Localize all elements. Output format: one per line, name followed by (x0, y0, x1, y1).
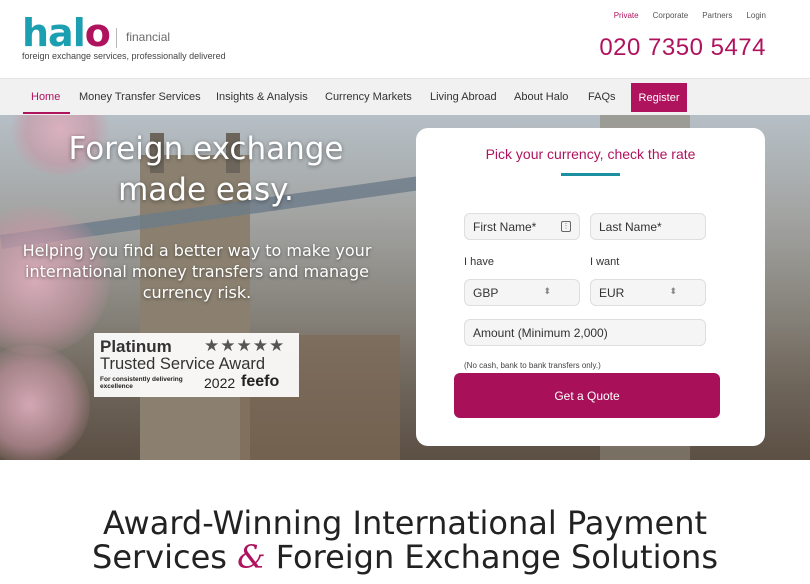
hero-banner: Foreign exchange made easy. Helping you … (0, 115, 810, 460)
i-have-label: I have (464, 256, 494, 268)
award-platinum: Platinum (100, 337, 172, 356)
logo-divider (116, 28, 117, 48)
want-currency-value: EUR (599, 286, 625, 300)
phone-number[interactable]: 020 7350 5474 (599, 34, 766, 62)
top-link-corporate[interactable]: Corporate (653, 11, 689, 20)
nav-item-insights[interactable]: Insights & Analysis (216, 91, 308, 103)
site-header: halo financial foreign exchange services… (0, 0, 810, 78)
amount-placeholder: Amount (Minimum 2,000) (473, 326, 608, 340)
register-button[interactable]: Register (631, 83, 687, 112)
first-name-placeholder: First Name* (473, 220, 537, 234)
ampersand: & (237, 538, 266, 576)
i-want-label: I want (590, 256, 620, 268)
star-rating-icon: ★★★★★ (204, 336, 286, 355)
want-currency-select[interactable]: EUR ⬍ (590, 279, 706, 306)
quote-form-card: Pick your currency, check the rate First… (416, 128, 765, 446)
hero-title: Foreign exchange made easy. (68, 131, 344, 208)
top-link-partners[interactable]: Partners (702, 11, 732, 20)
have-currency-value: GBP (473, 286, 499, 300)
award-caption: For consistently delivering excellence (100, 376, 183, 390)
award-year: 2022 (204, 375, 236, 391)
hero-subtitle: Helping you find a better way to make yo… (22, 241, 372, 302)
nav-item-faqs[interactable]: FAQs (588, 91, 616, 103)
nav-item-about[interactable]: About Halo (514, 91, 568, 103)
halo-logo[interactable]: halo (22, 11, 111, 55)
have-currency-select[interactable]: GBP ⬍ (464, 279, 580, 306)
form-title: Pick your currency, check the rate (485, 146, 696, 162)
top-links: Private Corporate Partners Login (614, 11, 766, 20)
amount-field[interactable]: Amount (Minimum 2,000) (464, 319, 706, 346)
top-link-private[interactable]: Private (614, 11, 639, 20)
nav-item-money-transfer[interactable]: Money Transfer Services (79, 91, 201, 103)
section-heading-line2: Services & Foreign Exchange Solutions (92, 538, 718, 576)
select-arrows-icon: ⬍ (669, 286, 677, 296)
feefo-logo: feefo (241, 373, 280, 390)
nav-active-underline (23, 112, 70, 114)
cherry-blossom (0, 345, 90, 460)
select-arrows-icon: ⬍ (543, 286, 551, 296)
first-name-field[interactable]: First Name* ⋮ (464, 213, 580, 240)
award-title: Trusted Service Award (100, 355, 266, 373)
logo-wordmark: halo (22, 11, 111, 55)
nav-item-living-abroad[interactable]: Living Abroad (430, 91, 497, 103)
amount-note: (No cash, bank to bank transfers only.) (464, 361, 601, 370)
main-nav: Home Money Transfer Services Insights & … (0, 78, 810, 115)
logo-financial: financial (126, 30, 171, 44)
last-name-field[interactable]: Last Name* (590, 213, 706, 240)
top-link-login[interactable]: Login (746, 11, 766, 20)
nav-item-home[interactable]: Home (31, 91, 60, 103)
last-name-placeholder: Last Name* (599, 220, 662, 234)
get-a-quote-button[interactable]: Get a Quote (454, 373, 720, 418)
autofill-icon[interactable]: ⋮ (561, 221, 571, 232)
section-heading: Award-Winning International Payment Serv… (0, 506, 810, 574)
logo-tagline: foreign exchange services, professionall… (22, 51, 226, 61)
form-title-underline (561, 173, 620, 176)
feefo-award-badge[interactable]: Platinum ★★★★★ Trusted Service Award For… (94, 333, 299, 397)
nav-item-currency-markets[interactable]: Currency Markets (325, 91, 412, 103)
section-heading-line1: Award-Winning International Payment (102, 504, 708, 542)
